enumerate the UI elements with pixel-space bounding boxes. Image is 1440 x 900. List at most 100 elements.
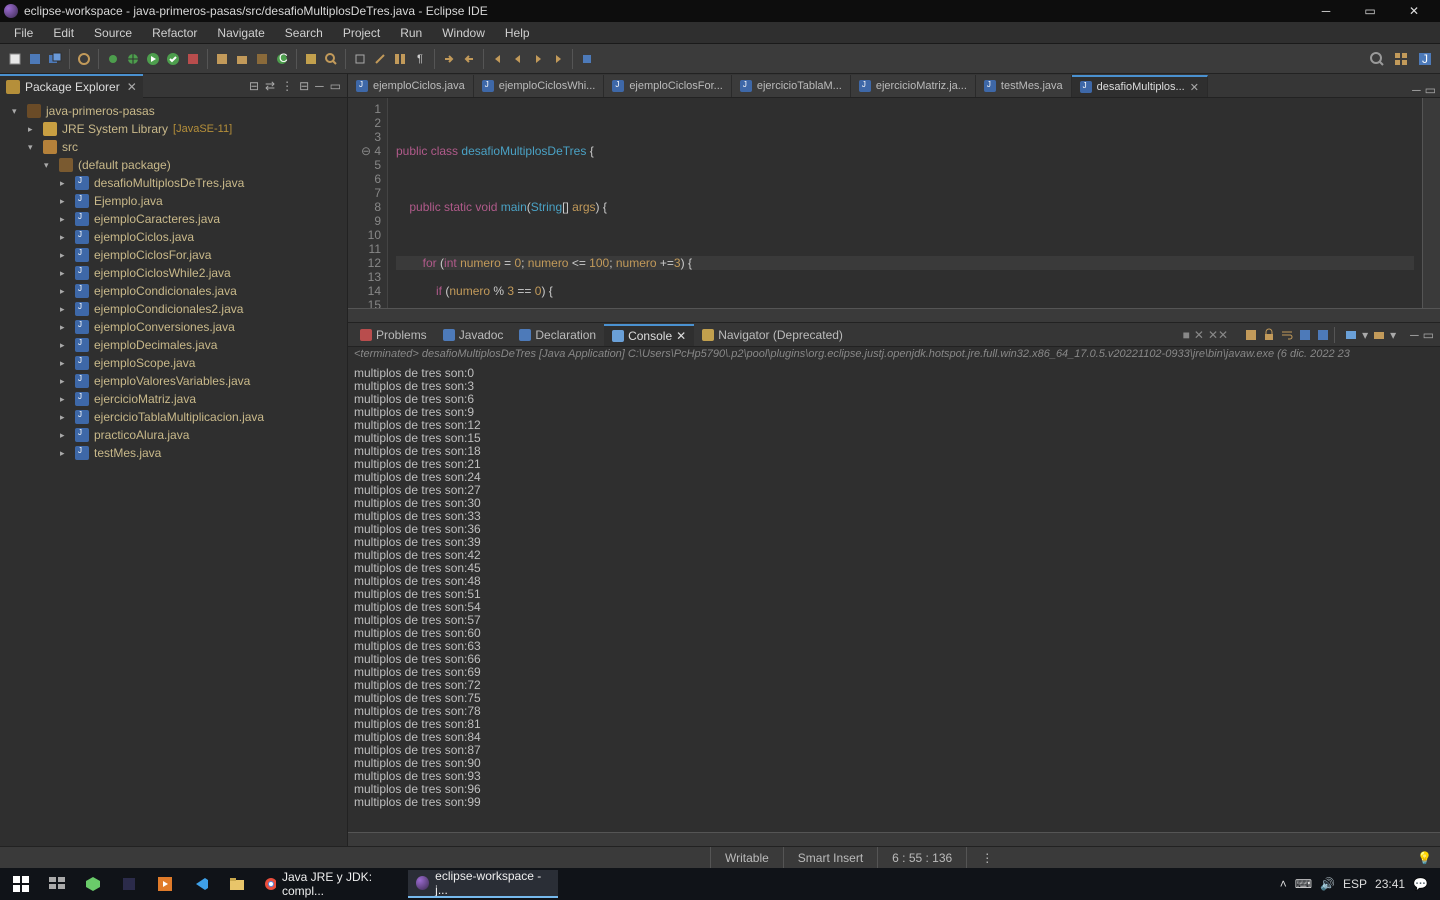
file-node[interactable]: ▸desafioMultiplosDeTres.java	[0, 174, 347, 192]
package-explorer-tab[interactable]: Package Explorer ✕	[0, 74, 143, 98]
word-wrap-icon[interactable]	[1280, 328, 1294, 342]
back-history-icon[interactable]	[509, 50, 527, 68]
console-hscroll[interactable]	[348, 832, 1440, 846]
editor-tab[interactable]: ejemploCiclos.java	[348, 75, 474, 97]
prev-annotation-icon[interactable]	[460, 50, 478, 68]
project-node[interactable]: ▾java-primeros-pasas	[0, 102, 347, 120]
eclipse-task[interactable]: eclipse-workspace - j...	[408, 870, 558, 898]
back-icon[interactable]	[489, 50, 507, 68]
file-node[interactable]: ▸ejemploCiclosWhile2.java	[0, 264, 347, 282]
src-node[interactable]: ▾src	[0, 138, 347, 156]
new-class-icon[interactable]: C	[273, 50, 291, 68]
java-perspective-icon[interactable]: J	[1416, 50, 1434, 68]
terminate-icon[interactable]: ■	[1183, 328, 1190, 342]
maximize-view-icon[interactable]: ▭	[330, 79, 341, 93]
bottom-tab-problems[interactable]: Problems	[352, 324, 435, 346]
file-node[interactable]: ▸ejemploScope.java	[0, 354, 347, 372]
view-menu-icon[interactable]: ⋮	[281, 79, 293, 93]
coverage-icon[interactable]	[164, 50, 182, 68]
ext-tools-icon[interactable]	[213, 50, 231, 68]
file-node[interactable]: ▸ejemploDecimales.java	[0, 336, 347, 354]
menu-window[interactable]: Window	[432, 24, 495, 42]
show-console-icon[interactable]	[1298, 328, 1312, 342]
media-player-icon[interactable]	[148, 870, 182, 898]
menu-search[interactable]: Search	[275, 24, 333, 42]
close-icon[interactable]: ✕	[1190, 81, 1199, 94]
file-node[interactable]: ▸ejercicioMatriz.java	[0, 390, 347, 408]
forward-icon[interactable]	[529, 50, 547, 68]
new-console-icon[interactable]	[1372, 328, 1386, 342]
bottom-tab-console[interactable]: Console ✕	[604, 324, 694, 346]
file-node[interactable]: ▸ejemploConversiones.java	[0, 318, 347, 336]
menu-help[interactable]: Help	[495, 24, 540, 42]
status-overflow-icon[interactable]: ⋮	[966, 847, 1007, 868]
remove-all-icon[interactable]: ✕✕	[1208, 328, 1228, 342]
chrome-task[interactable]: Java JRE y JDK: compl...	[256, 870, 406, 898]
code-area[interactable]: public class desafioMultiplosDeTres { pu…	[388, 98, 1422, 308]
quick-access-icon[interactable]	[1368, 50, 1386, 68]
menu-file[interactable]: File	[4, 24, 43, 42]
open-type-icon[interactable]	[75, 50, 93, 68]
show-whitespace-icon[interactable]: ¶	[411, 50, 429, 68]
file-node[interactable]: ▸ejemploCaracteres.java	[0, 210, 347, 228]
maximize-editor-icon[interactable]: ▭	[1425, 83, 1436, 97]
close-icon[interactable]: ✕	[676, 329, 686, 343]
next-annotation-icon[interactable]	[440, 50, 458, 68]
console-dropdown-icon[interactable]: ▾	[1362, 328, 1368, 342]
console-output[interactable]: multiplos de tres son:0multiplos de tres…	[348, 365, 1440, 832]
editor-tab[interactable]: ejemploCiclosFor...	[604, 75, 732, 97]
run-icon[interactable]	[144, 50, 162, 68]
notifications-icon[interactable]: 💬	[1413, 877, 1428, 891]
menu-navigate[interactable]: Navigate	[207, 24, 274, 42]
vertical-scrollbar[interactable]	[1422, 98, 1440, 308]
file-node[interactable]: ▸testMes.java	[0, 444, 347, 462]
system-tray[interactable]: ˄ ⌨ 🔊 ESP 23:41 💬	[1280, 877, 1436, 891]
new-console-dropdown-icon[interactable]: ▾	[1390, 328, 1396, 342]
editor-tab[interactable]: ejemploCiclosWhi...	[474, 75, 605, 97]
close-button[interactable]: ✕	[1392, 0, 1436, 22]
menu-project[interactable]: Project	[333, 24, 390, 42]
toggle-mark-icon[interactable]	[351, 50, 369, 68]
editor-tab[interactable]: desafioMultiplos...✕	[1072, 75, 1208, 97]
bottom-tab-javadoc[interactable]: Javadoc	[435, 324, 512, 346]
editor-tab[interactable]: ejercicioTablaM...	[732, 75, 851, 97]
minimize-console-icon[interactable]: ─	[1410, 328, 1419, 342]
save-all-icon[interactable]	[46, 50, 64, 68]
minimize-editor-icon[interactable]: ─	[1412, 83, 1421, 97]
skip-breakpoints-icon[interactable]	[104, 50, 122, 68]
new-java-project-icon[interactable]	[233, 50, 251, 68]
tray-chevron-icon[interactable]: ˄	[1280, 877, 1287, 891]
filters-icon[interactable]: ⊟	[299, 79, 309, 93]
maximize-console-icon[interactable]: ▭	[1423, 328, 1434, 342]
clear-console-icon[interactable]	[1244, 328, 1258, 342]
minimize-view-icon[interactable]: ─	[315, 79, 324, 93]
file-node[interactable]: ▸practicoAlura.java	[0, 426, 347, 444]
library-node[interactable]: ▸JRE System Library [JavaSE-11]	[0, 120, 347, 138]
tip-icon[interactable]: 💡	[1409, 851, 1440, 865]
new-icon[interactable]	[6, 50, 24, 68]
volume-icon[interactable]: 🔊	[1320, 877, 1335, 891]
bottom-tab-declaration[interactable]: Declaration	[511, 324, 604, 346]
display-console-icon[interactable]	[1344, 328, 1358, 342]
file-node[interactable]: ▸Ejemplo.java	[0, 192, 347, 210]
link-editor-icon[interactable]: ⇄	[265, 79, 275, 93]
app-icon-1[interactable]	[76, 870, 110, 898]
last-edit-icon[interactable]	[371, 50, 389, 68]
debug-icon[interactable]	[124, 50, 142, 68]
project-tree[interactable]: ▾java-primeros-pasas ▸JRE System Library…	[0, 98, 347, 846]
file-node[interactable]: ▸ejemploCiclos.java	[0, 228, 347, 246]
file-node[interactable]: ▸ejercicioTablaMultiplicacion.java	[0, 408, 347, 426]
clock[interactable]: 23:41	[1375, 877, 1405, 891]
menu-refactor[interactable]: Refactor	[142, 24, 207, 42]
save-icon[interactable]	[26, 50, 44, 68]
file-node[interactable]: ▸ejemploValoresVariables.java	[0, 372, 347, 390]
menu-source[interactable]: Source	[84, 24, 142, 42]
collapse-all-icon[interactable]: ⊟	[249, 79, 259, 93]
code-editor[interactable]: 123⊖ 45678910111213141516 public class d…	[348, 98, 1440, 308]
package-node[interactable]: ▾(default package)	[0, 156, 347, 174]
start-button[interactable]	[4, 870, 38, 898]
horizontal-scrollbar[interactable]	[348, 308, 1440, 322]
file-node[interactable]: ▸ejemploCondicionales2.java	[0, 300, 347, 318]
language-indicator[interactable]: ESP	[1343, 877, 1367, 891]
menu-edit[interactable]: Edit	[43, 24, 84, 42]
